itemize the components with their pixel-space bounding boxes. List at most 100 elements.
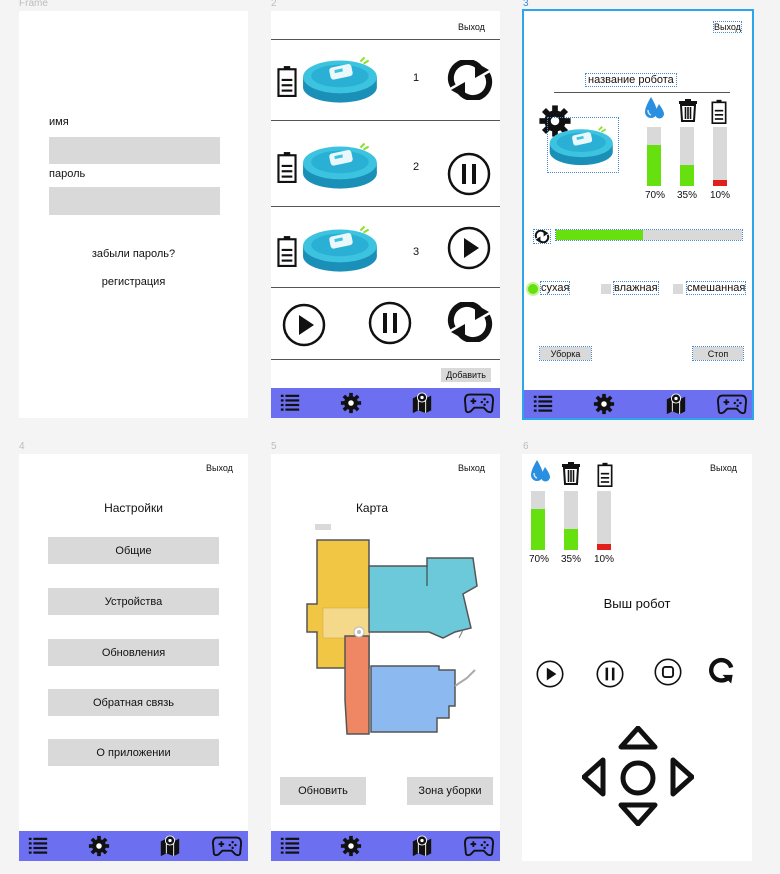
- stop-icon[interactable]: [654, 658, 682, 686]
- exit-link[interactable]: Выход: [206, 463, 233, 473]
- robot-image: [301, 222, 383, 274]
- mode-dry-label[interactable]: сухая: [539, 281, 571, 295]
- refresh-map-button[interactable]: Обновить: [280, 777, 366, 805]
- progress-bar: [555, 229, 743, 241]
- refresh-icon[interactable]: [445, 60, 495, 100]
- exit-link[interactable]: Выход: [713, 21, 742, 33]
- clean-button[interactable]: Уборка: [539, 346, 592, 361]
- list-icon[interactable]: [279, 835, 301, 857]
- robot-list-frame: Выход 1 2 3 Добавить: [271, 11, 500, 418]
- battery-icon: [276, 151, 298, 183]
- play-icon[interactable]: [447, 226, 491, 270]
- gear-icon[interactable]: [340, 392, 362, 414]
- floor-map[interactable]: [287, 520, 497, 740]
- map-icon[interactable]: [411, 392, 433, 414]
- arrow-left-icon[interactable]: [582, 757, 606, 797]
- mode-dry-radio[interactable]: [528, 284, 538, 294]
- robot-detail-frame: Выход название робота 70% 35% 10% сухая …: [522, 9, 754, 420]
- battery-percent: 10%: [594, 554, 615, 565]
- gamepad-icon[interactable]: [717, 392, 747, 416]
- water-drop-icon: [528, 458, 552, 486]
- exit-link[interactable]: Выход: [458, 463, 485, 473]
- stop-button[interactable]: Стоп: [692, 346, 744, 361]
- settings-about-button[interactable]: О приложении: [48, 739, 219, 766]
- divider: [271, 287, 500, 288]
- settings-devices-button[interactable]: Устройства: [48, 588, 219, 615]
- robot-row[interactable]: 3: [271, 207, 500, 287]
- bottom-nav: [271, 831, 500, 861]
- map-title: Карта: [355, 501, 389, 515]
- map-frame: Выход Карта Обновить Зона уборки: [271, 454, 500, 861]
- gear-icon[interactable]: [88, 835, 110, 857]
- password-label: пароль: [49, 168, 86, 180]
- arrow-right-icon[interactable]: [670, 757, 694, 797]
- robot-number: 3: [413, 246, 420, 258]
- frame-label: 4: [19, 441, 25, 452]
- mode-wet-label[interactable]: влажная: [613, 281, 659, 295]
- gamepad-icon[interactable]: [464, 391, 494, 415]
- mode-wet-radio[interactable]: [601, 284, 611, 294]
- robot-row[interactable]: 2: [271, 121, 500, 206]
- settings-general-button[interactable]: Общие: [48, 537, 219, 564]
- arrow-down-icon[interactable]: [618, 802, 658, 826]
- cleaning-zone-button[interactable]: Зона уборки: [407, 777, 493, 805]
- list-icon[interactable]: [532, 393, 554, 415]
- robot-image: [301, 139, 383, 191]
- map-icon[interactable]: [159, 835, 181, 857]
- bottom-nav: [524, 390, 752, 418]
- rotate-icon[interactable]: [705, 653, 737, 685]
- password-input[interactable]: [49, 187, 220, 215]
- robot-row[interactable]: 1: [271, 40, 500, 120]
- mode-mixed-label[interactable]: смешанная: [685, 281, 747, 295]
- add-robot-button[interactable]: Добавить: [441, 368, 491, 382]
- robot-image: [547, 117, 619, 173]
- battery-icon: [596, 462, 614, 487]
- water-percent: 70%: [645, 190, 666, 201]
- water-percent: 70%: [529, 554, 550, 565]
- trash-level-bar: [564, 491, 578, 550]
- settings-frame: Выход Настройки Общие Устройства Обновле…: [19, 454, 248, 861]
- battery-icon: [276, 65, 298, 97]
- gamepad-icon[interactable]: [212, 834, 242, 858]
- robot-name-field[interactable]: название робота: [585, 73, 677, 87]
- water-drop-icon: [642, 95, 666, 123]
- forgot-password-link[interactable]: забыли пароль?: [19, 248, 248, 260]
- pause-icon[interactable]: [447, 152, 491, 196]
- frame-label: 6: [523, 441, 529, 452]
- pause-icon[interactable]: [596, 660, 624, 688]
- arrow-up-icon[interactable]: [618, 726, 658, 750]
- settings-updates-button[interactable]: Обновления: [48, 639, 219, 666]
- exit-link[interactable]: Выход: [710, 463, 737, 473]
- register-link[interactable]: регистрация: [19, 276, 248, 288]
- frame-label: 2: [271, 0, 277, 9]
- mode-mixed-radio[interactable]: [673, 284, 683, 294]
- robot-number: 1: [413, 72, 420, 84]
- list-icon[interactable]: [279, 392, 301, 414]
- name-input[interactable]: [49, 137, 220, 164]
- bottom-nav: [19, 831, 248, 861]
- list-icon[interactable]: [27, 835, 49, 857]
- map-icon[interactable]: [665, 393, 687, 415]
- refresh-all-icon[interactable]: [445, 302, 495, 342]
- gear-icon[interactable]: [593, 393, 615, 415]
- battery-icon: [276, 235, 298, 267]
- play-all-icon[interactable]: [282, 303, 326, 347]
- gamepad-icon[interactable]: [464, 834, 494, 858]
- battery-percent: 10%: [710, 190, 731, 201]
- play-icon[interactable]: [536, 660, 564, 688]
- water-level-bar: [647, 127, 661, 186]
- battery-icon: [710, 99, 728, 124]
- settings-feedback-button[interactable]: Обратная связь: [48, 689, 219, 716]
- pause-all-icon[interactable]: [368, 301, 412, 345]
- battery-level-bar: [597, 491, 611, 550]
- center-button-icon[interactable]: [618, 758, 658, 798]
- battery-level-bar: [713, 127, 727, 186]
- map-icon[interactable]: [411, 835, 433, 857]
- sync-icon: [533, 229, 551, 244]
- trash-percent: 35%: [677, 190, 698, 201]
- gear-icon[interactable]: [340, 835, 362, 857]
- frame-label: 3: [523, 0, 529, 9]
- name-label: имя: [49, 116, 69, 128]
- exit-link[interactable]: Выход: [458, 22, 485, 32]
- trash-percent: 35%: [561, 554, 582, 565]
